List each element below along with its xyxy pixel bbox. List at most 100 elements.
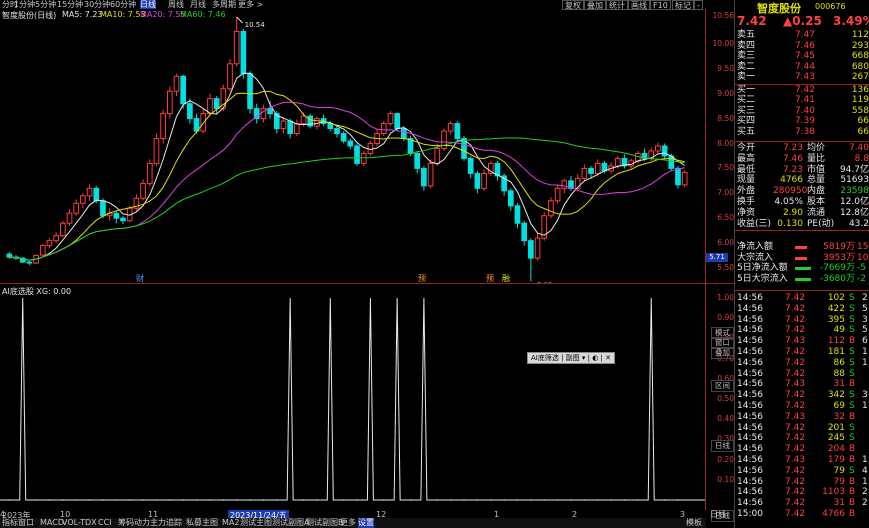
- order-book-row[interactable]: 买一 7.42 136: [735, 85, 869, 96]
- tick-row: 14:56 7.42 31 B 2: [735, 498, 869, 509]
- indicator-tab-2[interactable]: MACD: [40, 518, 64, 528]
- candle-body: [514, 205, 521, 224]
- indicator-tab-12[interactable]: 更多: [340, 518, 356, 528]
- period-tab-5[interactable]: 60分钟: [110, 0, 136, 9]
- period-tab-7[interactable]: 周线: [168, 0, 184, 9]
- signal-line: [0, 297, 705, 501]
- indicator-tab-7[interactable]: 私募主图: [186, 518, 218, 528]
- quote-value: 4.05%: [774, 197, 803, 207]
- order-price: 7.47: [794, 30, 815, 40]
- indicator-tab-3[interactable]: VOL-TDX: [62, 518, 97, 528]
- baseline-dot: [155, 499, 158, 501]
- period-tab-6[interactable]: 日线: [140, 0, 156, 9]
- flow-row: 净流入额 5819万 15: [735, 242, 869, 253]
- tick-direction: S: [849, 347, 855, 357]
- tick-time: 14:56: [737, 368, 763, 379]
- candle-body: [294, 123, 300, 135]
- candle-body: [166, 90, 173, 115]
- candle-body: [528, 240, 534, 259]
- tick-volume: 342: [827, 390, 845, 401]
- indicator-tab-11[interactable]: 测试副图B: [306, 518, 344, 528]
- order-book-row[interactable]: 买四 7.39 66: [735, 116, 869, 127]
- period-tab-9[interactable]: 多周期: [212, 0, 236, 9]
- order-book-row[interactable]: 买三 7.40 558: [735, 106, 869, 117]
- candlestick-chart[interactable]: 10.545.23财预预融: [0, 9, 706, 283]
- tick-time: 14:56: [737, 498, 763, 509]
- order-book-row[interactable]: 卖四 7.46 293: [735, 41, 869, 52]
- candle: [166, 86, 173, 119]
- candle: [146, 159, 153, 186]
- baseline-dot: [235, 499, 238, 501]
- period-tab-3[interactable]: 15分钟: [57, 0, 83, 9]
- side-button-3[interactable]: 区间: [711, 380, 734, 392]
- order-volume: 66: [857, 126, 869, 137]
- candle: [80, 193, 86, 209]
- period-tab-4[interactable]: 30分钟: [84, 0, 110, 9]
- indicator-tab-1[interactable]: 窗口: [18, 518, 34, 528]
- tick-direction: B: [849, 487, 856, 498]
- period-tab-8[interactable]: 月线: [190, 0, 206, 9]
- tick-time: 14:56: [737, 422, 763, 433]
- candle-body: [467, 157, 474, 174]
- candle: [240, 28, 247, 79]
- order-volume: 119: [851, 95, 869, 105]
- tick-time: 14:56: [737, 314, 763, 325]
- candle-body: [548, 200, 554, 217]
- order-book-row[interactable]: 卖三 7.45 668: [735, 51, 869, 62]
- indicator-tab-8[interactable]: MA2: [222, 518, 239, 528]
- order-book-row[interactable]: 买二 7.41 119: [735, 95, 869, 106]
- indicator-tab-6[interactable]: 主力追踪: [150, 518, 182, 528]
- candle: [347, 138, 354, 150]
- tick-volume: 88: [833, 368, 845, 379]
- candle-body: [340, 133, 347, 142]
- indicator-tick: 0.40: [717, 414, 734, 424]
- indicator-tab-4[interactable]: CCI: [98, 518, 112, 528]
- candle-body: [554, 187, 561, 202]
- candle-body: [300, 115, 307, 125]
- order-book-row[interactable]: 卖二 7.44 680: [735, 62, 869, 73]
- candle-body: [414, 152, 421, 169]
- candle-body: [534, 237, 541, 259]
- order-book-row[interactable]: 卖一 7.43 267: [735, 72, 869, 83]
- indicator-tick: 0.90: [717, 313, 734, 323]
- order-book-row[interactable]: 买五 7.38 66: [735, 127, 869, 138]
- baseline-dot: [543, 499, 546, 501]
- side-button-2[interactable]: 叠加: [711, 347, 734, 359]
- order-price: 7.41: [794, 95, 815, 105]
- indicator-tab-9[interactable]: 测试主图: [240, 518, 272, 528]
- order-book-row[interactable]: 卖五 7.47 112: [735, 30, 869, 41]
- price-change: ▲0.25: [783, 14, 822, 28]
- baseline-dot: [88, 499, 91, 501]
- indicator-popup-toolbar[interactable]: AI底筛选 | 副图 ▾ | ◐ | ✕: [527, 352, 615, 364]
- indicator-tab-13[interactable]: 设置: [358, 518, 374, 528]
- tick-price: 7.42: [785, 498, 806, 509]
- order-label: 卖三: [737, 51, 756, 61]
- baseline-dot: [195, 499, 198, 501]
- quote-row: 收益(三) 0.130 PE(动) 43.2: [735, 219, 869, 230]
- candle-body: [227, 63, 233, 90]
- template-tab[interactable]: 模板: [686, 518, 702, 528]
- flow-bar: [795, 246, 807, 249]
- indicator-tab-5[interactable]: 筹码动力: [118, 518, 150, 528]
- tick-row: 14:56 7.43 32 B: [735, 412, 869, 423]
- baseline-dot: [623, 499, 626, 501]
- tick-direction: B: [849, 379, 856, 390]
- candle-body: [213, 98, 220, 110]
- order-label: 买三: [737, 105, 756, 116]
- indicator-tab-0[interactable]: 指标: [2, 518, 18, 528]
- indicator-chart[interactable]: [0, 284, 706, 510]
- period-tab-bottom[interactable]: 日线: [710, 510, 726, 520]
- side-button-4[interactable]: 日线: [711, 440, 734, 452]
- period-tab-10[interactable]: 更多 >: [238, 0, 263, 9]
- quote-value-2: 8.8: [854, 153, 869, 164]
- indicator-tab-10[interactable]: 测试副图A: [272, 518, 309, 528]
- candle: [53, 232, 59, 244]
- candle-body: [287, 120, 294, 135]
- period-tab-1[interactable]: 1分钟: [14, 0, 35, 9]
- candle-body: [113, 212, 120, 219]
- order-volume: 267: [851, 72, 869, 82]
- candle: [474, 170, 481, 194]
- book-divider: [735, 84, 869, 85]
- period-tab-2[interactable]: 5分钟: [35, 0, 56, 9]
- tick-volume: 201: [827, 422, 845, 433]
